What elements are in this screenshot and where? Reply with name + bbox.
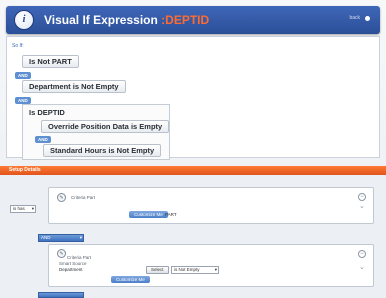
dropdown-arrow-icon: ▾: [214, 267, 217, 272]
condition-override-position-empty[interactable]: Override Position Data is Empty: [41, 120, 170, 133]
operator-and-1[interactable]: AND: [15, 72, 31, 79]
dropdown-arrow-icon: ▾: [79, 235, 82, 240]
customize-button-2[interactable]: Customize Me: [111, 276, 150, 283]
condition-not-part[interactable]: Is Not PART: [22, 55, 79, 68]
title-highlight: :DEPTID: [161, 13, 210, 27]
remove-criteria-2-icon[interactable]: −: [358, 250, 366, 258]
criteria-box-2: ✎ Criteria Part Smart Source Department …: [48, 244, 374, 287]
operator-select-value: is Not Empty: [174, 267, 200, 272]
operator-and-3[interactable]: AND: [35, 136, 51, 143]
customize-button-1[interactable]: Customize Me: [129, 211, 168, 218]
title-main: Visual If Expression: [44, 13, 158, 27]
condition-standard-hours-not-empty[interactable]: Standard Hours is Not Empty: [43, 144, 162, 157]
and-operator-select[interactable]: AND ▾: [38, 234, 84, 242]
bottom-select[interactable]: [38, 292, 84, 298]
setup-details-header: Setup Details: [0, 166, 386, 175]
title-bar: i Visual If Expression :DEPTID back: [6, 6, 380, 34]
smart-source-label: Smart Source: [59, 261, 87, 266]
info-icon: i: [14, 10, 34, 30]
criteria-part-label-2: Criteria Part: [67, 255, 92, 260]
edit-pencil-icon[interactable]: ✎: [57, 249, 66, 258]
criteria-part-label: Criteria Part: [71, 195, 96, 200]
remove-criteria-1-icon[interactable]: −: [358, 193, 366, 201]
condition-is-deptid[interactable]: Is DEPTID: [27, 107, 71, 120]
operator-and-2[interactable]: AND: [15, 97, 31, 104]
chevron-down-icon[interactable]: ⌄: [359, 263, 365, 271]
if-label: So If:: [12, 43, 24, 49]
visual-if-expression-page: i Visual If Expression :DEPTID back So I…: [0, 0, 386, 298]
menu-dot-icon[interactable]: [365, 15, 370, 21]
nested-condition-group: Is DEPTID Override Position Data is Empt…: [22, 104, 170, 160]
field-department: Department: [59, 267, 83, 272]
when-select[interactable]: is has ▾: [10, 205, 36, 213]
criteria-value: PART: [165, 212, 177, 217]
operator-select[interactable]: is Not Empty ▾: [171, 266, 219, 274]
chevron-down-icon[interactable]: ⌄: [359, 202, 365, 210]
when-select-value: is has: [13, 206, 25, 211]
condition-department-not-empty[interactable]: Department is Not Empty: [22, 80, 126, 93]
setup-details-title: Setup Details: [9, 167, 41, 173]
select-button[interactable]: Select: [146, 266, 169, 274]
back-link[interactable]: back: [349, 15, 360, 21]
title-controls: back: [349, 15, 370, 21]
criteria-box-1: ✎ Criteria Part Customize Me PART − ⌄: [48, 187, 374, 224]
and-select-value: AND: [41, 235, 51, 240]
page-title: Visual If Expression :DEPTID: [44, 13, 209, 27]
dropdown-arrow-icon: ▾: [31, 206, 34, 211]
edit-pencil-icon[interactable]: ✎: [57, 193, 66, 202]
